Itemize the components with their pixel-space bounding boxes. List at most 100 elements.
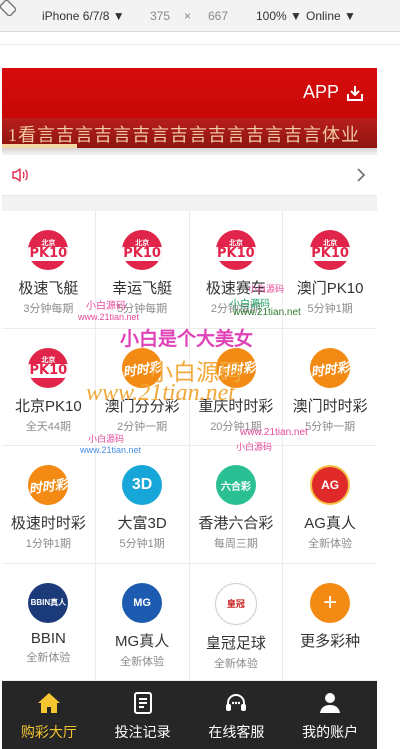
pk10-logo-icon: 北京 PK10 xyxy=(28,347,69,388)
lottery-item[interactable]: 北京 PK10 极速飞艇 3分钟每期 xyxy=(2,211,96,329)
lottery-schedule: 全天44期 xyxy=(25,420,71,433)
lottery-item[interactable]: 时时彩重庆时时彩 20分钟1期 xyxy=(189,328,284,446)
chevron-right-icon[interactable] xyxy=(355,167,367,183)
lottery-item[interactable]: BBIN真人 BBIN 全新体验 xyxy=(2,563,96,681)
lottery-title: 澳门PK10 xyxy=(296,280,364,297)
ag-logo-icon: AG xyxy=(310,465,351,505)
lottery-item[interactable]: 时时彩澳门分分彩 2分钟一期 xyxy=(95,328,190,446)
lottery-item[interactable]: 皇冠皇冠足球全新体验 xyxy=(189,563,284,681)
user-icon xyxy=(320,693,341,713)
more-logo-icon: + xyxy=(310,582,351,623)
record-icon xyxy=(133,692,152,714)
dimension-separator: × xyxy=(184,9,192,23)
lottery-title: 香港六合彩 xyxy=(198,515,274,532)
logo-main-text: PK10 xyxy=(310,245,351,261)
lottery-item[interactable]: 时时彩极速时时彩 1分钟1期 xyxy=(2,446,96,564)
lottery-item[interactable]: AG AG真人全新体验 xyxy=(283,446,377,564)
promo-banner[interactable]: 1看言吉言吉言吉言吉言吉言吉言吉言体业 xyxy=(2,118,377,148)
3d-logo-icon: 3D xyxy=(122,465,163,505)
lottery-title: 极速时时彩 xyxy=(10,515,86,532)
lottery-schedule: 1分钟1期 xyxy=(25,538,71,550)
rotate-icon[interactable] xyxy=(0,0,17,17)
app-label: APP xyxy=(302,82,339,102)
devtools-toolbar: iPhone 6/7/8 ▼ 375 × 667 100% ▼ Online ▼ xyxy=(0,0,400,32)
lottery-title: 皇冠足球 xyxy=(205,634,266,652)
lottery-schedule: 全新体验 xyxy=(26,651,71,664)
lottery-title: MG真人 xyxy=(115,632,170,650)
lottery-title: AG真人 xyxy=(304,515,356,532)
lottery-schedule: 5分钟一期 xyxy=(305,420,356,433)
lottery-schedule: 3分钟每期 xyxy=(23,303,74,315)
mobile-viewport: APP 1看言吉言吉言吉言吉言吉言吉言吉言体业 北京 PK10 极速飞艇 3分钟每期北… xyxy=(2,68,377,749)
lottery-item[interactable]: MG MG真人全新体验 xyxy=(95,563,190,681)
tab-label: 购彩大厅 xyxy=(20,724,77,740)
lottery-item[interactable]: + 更多彩种 xyxy=(283,563,377,681)
tab-online-service[interactable]: 在线客服 xyxy=(190,681,284,749)
lottery-schedule: 全新体验 xyxy=(308,538,353,550)
lottery-schedule: 全新体验 xyxy=(120,655,165,668)
tab-lottery-hall[interactable]: 购彩大厅 xyxy=(2,681,96,749)
lottery-title: BBIN xyxy=(30,629,66,647)
pk10-logo-icon: 北京 PK10 xyxy=(28,230,69,270)
tab-label: 投注记录 xyxy=(114,724,171,740)
lottery-item[interactable]: 北京 PK10 澳门PK10 5分钟1期 xyxy=(283,211,377,329)
lottery-schedule: 5分钟每期 xyxy=(117,303,168,315)
lottery-item[interactable]: 北京 PK10 北京PK10 全天44期 xyxy=(2,328,96,446)
lottery-title: 大富3D xyxy=(117,515,167,532)
notice-bar[interactable] xyxy=(2,155,377,196)
ruler-gutter xyxy=(0,32,400,67)
lottery-schedule: 每周三期 xyxy=(213,538,258,550)
hg-logo-icon: 皇冠 xyxy=(214,582,257,625)
divider xyxy=(0,44,400,45)
logo-main-text: PK10 xyxy=(122,245,163,261)
tab-label: 在线客服 xyxy=(208,724,265,740)
tab-my-account[interactable]: 我的账户 xyxy=(283,681,377,749)
bottom-tab-bar: 购彩大厅 投注记录 在线客服 我的账户 xyxy=(2,681,377,749)
lottery-schedule: 全新体验 xyxy=(213,657,258,670)
lottery-schedule: 5分钟1期 xyxy=(119,538,165,550)
device-select[interactable]: iPhone 6/7/8 ▼ xyxy=(42,9,125,23)
logo-main-text: PK10 xyxy=(215,245,256,261)
lottery-title: 更多彩种 xyxy=(300,632,361,650)
lottery-item[interactable]: 北京 PK10 极速赛车 2分钟每期 xyxy=(189,211,284,329)
pk10-logo-icon: 北京 PK10 xyxy=(215,230,256,270)
lottery-title: 极速赛车 xyxy=(205,280,266,297)
headset-icon xyxy=(226,694,247,711)
mg-logo-icon: MG xyxy=(122,582,163,623)
bbin-logo-icon: BBIN真人 xyxy=(28,582,69,623)
lottery-title: 北京PK10 xyxy=(15,397,82,415)
ssc-logo-icon: 时时彩 xyxy=(25,462,71,508)
lottery-title: 澳门分分彩 xyxy=(104,397,180,415)
lottery-title: 极速飞艇 xyxy=(18,280,79,297)
height-input[interactable]: 667 xyxy=(208,9,228,23)
tab-bet-records[interactable]: 投注记录 xyxy=(96,681,190,749)
ssc-logo-icon: 时时彩 xyxy=(119,344,165,391)
lottery-title: 重庆时时彩 xyxy=(198,397,274,415)
ssc-logo-icon: 时时彩 xyxy=(213,344,259,391)
download-icon xyxy=(347,85,363,101)
hk-logo-icon: 六合彩 xyxy=(215,465,256,505)
app-download-button[interactable]: APP xyxy=(303,82,365,103)
lottery-title: 幸运飞艇 xyxy=(112,280,173,297)
lottery-schedule: 5分钟1期 xyxy=(307,303,353,315)
lottery-title: 澳门时时彩 xyxy=(292,397,368,415)
home-icon xyxy=(37,693,60,713)
lottery-item[interactable]: 3D 大富3D 5分钟1期 xyxy=(95,446,190,564)
lottery-schedule: 2分钟一期 xyxy=(117,420,168,433)
width-input[interactable]: 375 xyxy=(150,9,170,23)
pk10-logo-icon: 北京 PK10 xyxy=(122,230,163,270)
logo-main-text: PK10 xyxy=(28,363,69,378)
logo-main-text: PK10 xyxy=(28,245,69,261)
lottery-schedule: 20分钟1期 xyxy=(210,420,262,433)
lottery-item[interactable]: 六合彩香港六合彩每周三期 xyxy=(189,446,284,564)
network-select[interactable]: Online ▼ xyxy=(306,9,356,23)
lottery-schedule: 2分钟每期 xyxy=(210,303,261,315)
lottery-item[interactable]: 时时彩澳门时时彩 5分钟一期 xyxy=(283,328,377,446)
ssc-logo-icon: 时时彩 xyxy=(307,344,353,391)
lottery-grid: 北京 PK10 极速飞艇 3分钟每期 北京 PK10 幸运飞艇 5分钟每期 北京 PK10 极速赛车… xyxy=(2,211,377,681)
pk10-logo-icon: 北京 PK10 xyxy=(310,230,351,270)
lottery-item[interactable]: 北京 PK10 幸运飞艇 5分钟每期 xyxy=(95,211,190,329)
app-header: APP xyxy=(2,68,377,118)
zoom-select[interactable]: 100% ▼ xyxy=(256,9,302,23)
speaker-icon xyxy=(12,168,28,182)
